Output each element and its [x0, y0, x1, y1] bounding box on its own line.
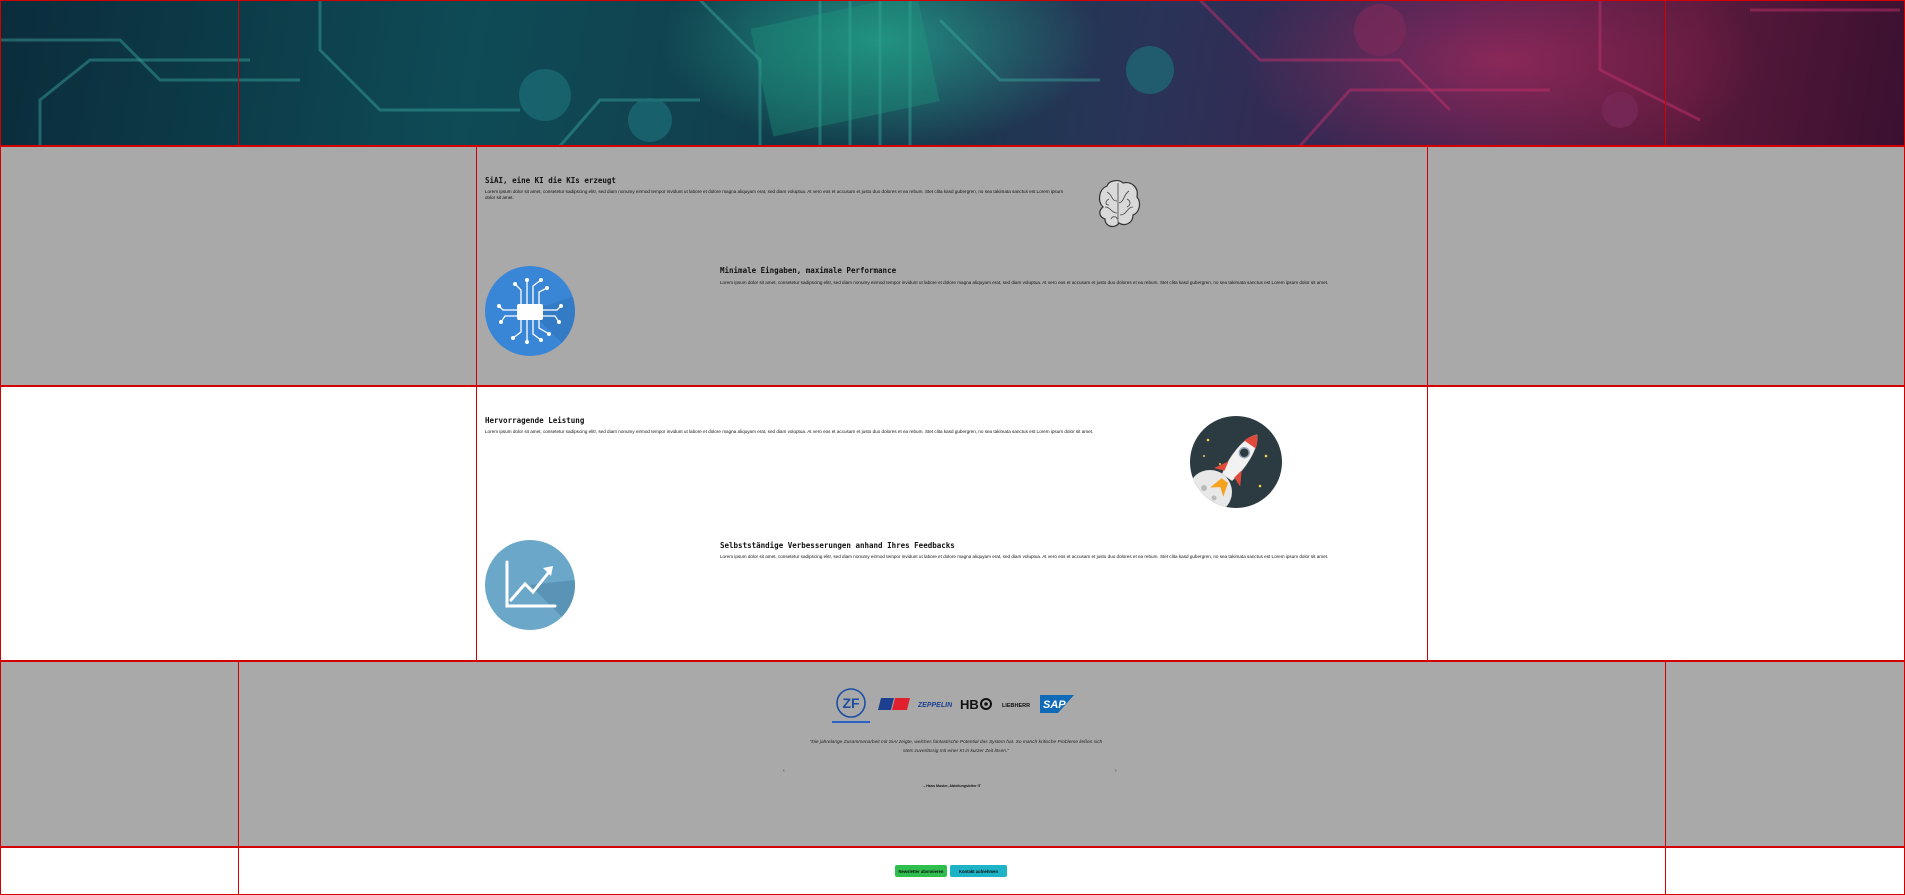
feature-text: Lorem ipsum dolor sit amet, consetetur s…	[485, 429, 1094, 434]
hbo-logo-icon[interactable]: HB	[960, 694, 992, 714]
carousel-next-button[interactable]: ›	[1115, 768, 1117, 774]
testimonial-quote: "Die jahrelange Zusammenarbeit mit SiAI …	[809, 740, 1103, 754]
rocket-icon	[1190, 416, 1282, 508]
growth-chart-icon	[485, 540, 575, 630]
brain-icon	[1093, 177, 1143, 232]
hero-banner	[0, 0, 1905, 146]
db-logo-icon[interactable]	[878, 694, 910, 714]
grid-cell	[1427, 146, 1905, 386]
grid-cell	[1427, 386, 1905, 661]
grid-cell	[0, 386, 477, 661]
carousel-prev-button[interactable]: ‹	[783, 768, 785, 774]
svg-text:SAP: SAP	[1043, 699, 1066, 711]
chip-icon	[485, 266, 575, 356]
grid-cell	[476, 146, 1428, 386]
features-section-2: Hervorragende Leistung Lorem ipsum dolor…	[0, 386, 1905, 661]
feature-title: Hervorragende Leistung	[485, 416, 585, 425]
client-logos: ZF ZEPPELIN HB LIEBHERR SAP	[832, 685, 1082, 723]
zeppelin-logo-icon[interactable]: ZEPPELIN	[918, 694, 952, 714]
features-section-1: SiAI, eine KI die KIs erzeugt Lorem ipsu…	[0, 146, 1905, 386]
svg-text:ZF: ZF	[842, 695, 860, 711]
svg-text:HB: HB	[960, 697, 979, 711]
feature-text: Lorem ipsum dolor sit amet, consetetur s…	[720, 280, 1329, 285]
feature-title: Minimale Eingaben, maximale Performance	[720, 266, 897, 275]
feature-text: Lorem ipsum dolor sit amet, consetetur s…	[720, 554, 1329, 559]
testimonials-section: ZF ZEPPELIN HB LIEBHERR SAP "Die jahrela…	[0, 661, 1905, 847]
liebherr-logo-icon[interactable]: LIEBHERR	[1000, 694, 1032, 714]
grid-cell	[1665, 661, 1905, 847]
feature-title: Selbstständige Verbesserungen anhand Ihr…	[720, 541, 955, 550]
contact-button[interactable]: Kontakt aufnehmen	[950, 865, 1007, 877]
page: SiAI, eine KI die KIs erzeugt Lorem ipsu…	[0, 0, 1905, 895]
grid-cell	[476, 386, 1428, 661]
grid-cell	[0, 847, 239, 895]
grid-cell	[1665, 0, 1905, 146]
feature-title: SiAI, eine KI die KIs erzeugt	[485, 176, 616, 185]
grid-cell	[0, 146, 477, 386]
testimonial-author: – Hans Muster, Abteilungsleiter IT	[923, 784, 981, 788]
grid-cell	[0, 661, 239, 847]
svg-text:LIEBHERR: LIEBHERR	[1002, 703, 1030, 708]
grid-cell	[238, 0, 1666, 146]
feature-text: Lorem ipsum dolor sit amet, consetetur s…	[485, 189, 1064, 201]
grid-cell	[0, 0, 239, 146]
svg-text:ZEPPELIN: ZEPPELIN	[918, 702, 952, 709]
newsletter-button[interactable]: Newsletter abonnieren	[895, 865, 947, 877]
sap-logo-icon[interactable]: SAP	[1040, 694, 1074, 714]
grid-cell	[1665, 847, 1905, 895]
zf-logo-icon[interactable]: ZF	[832, 685, 870, 723]
